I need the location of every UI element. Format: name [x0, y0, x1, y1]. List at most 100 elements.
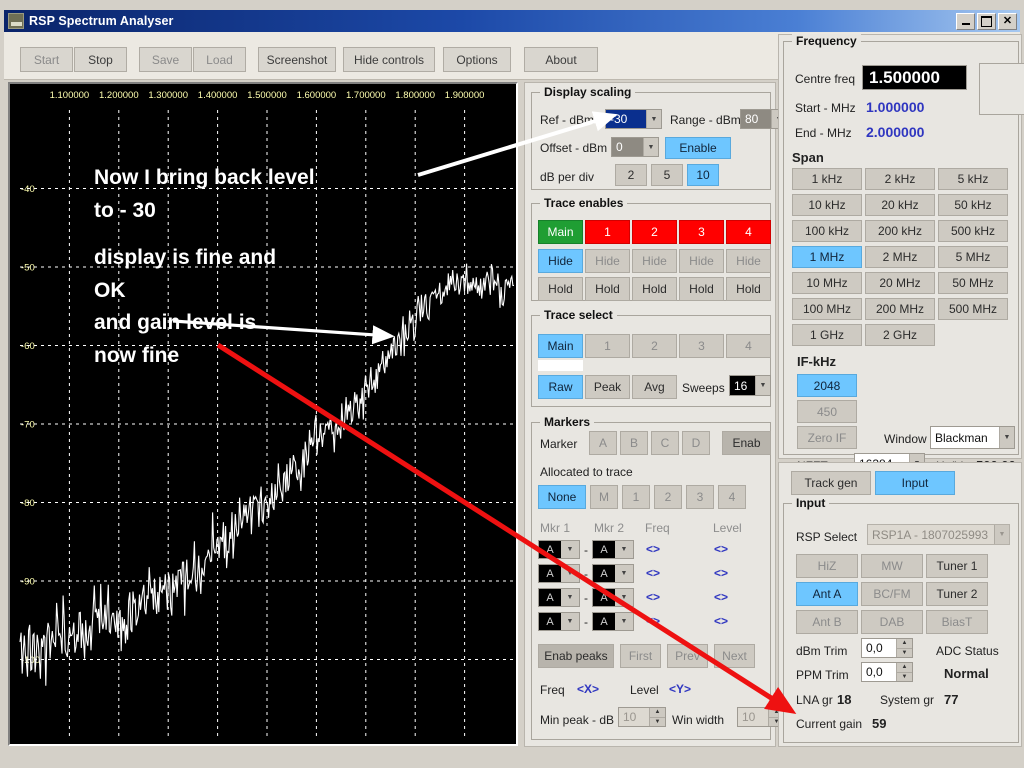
chevron-down-icon[interactable]: ▼ [561, 541, 579, 558]
chevron-down-icon[interactable]: ▼ [615, 589, 633, 606]
track-gen-tab[interactable]: Track gen [791, 471, 871, 495]
marker-a-button[interactable]: A [589, 431, 617, 455]
span-2mhz-button[interactable]: 2 MHz [865, 246, 935, 268]
span-2khz-button[interactable]: 2 kHz [865, 168, 935, 190]
trace-select-2[interactable]: 2 [632, 334, 677, 358]
spinner-arrows[interactable]: ▲ ▼ [896, 639, 912, 657]
trace-hold-main[interactable]: Hold [538, 277, 583, 301]
minimize-button[interactable] [956, 12, 975, 30]
min-peak-spinner[interactable]: 10 ▲ ▼ [618, 707, 666, 727]
span-10khz-button[interactable]: 10 kHz [792, 194, 862, 216]
trace-hold-2[interactable]: Hold [632, 277, 677, 301]
input-tab[interactable]: Input [875, 471, 955, 495]
input-biast-button[interactable]: BiasT [926, 610, 988, 634]
span-20mhz-button[interactable]: 20 MHz [865, 272, 935, 294]
enab-peaks-button[interactable]: Enab peaks [538, 644, 614, 668]
spinner-up-icon[interactable]: ▲ [897, 663, 912, 672]
peak-first-button[interactable]: First [620, 644, 661, 668]
zero-if-button[interactable]: Zero IF [797, 426, 857, 449]
spinner-up-icon[interactable]: ▲ [650, 708, 665, 717]
marker-enab-button[interactable]: Enab [722, 431, 771, 455]
spinner-up-icon[interactable]: ▲ [897, 639, 912, 648]
trace-select-main[interactable]: Main [538, 334, 583, 358]
save-button[interactable]: Save [139, 47, 192, 72]
marker-row-1-mkr1[interactable]: A ▼ [538, 540, 580, 559]
db-per-div-5-button[interactable]: 5 [651, 164, 683, 186]
trace-hide-4[interactable]: Hide [726, 249, 771, 273]
peak-next-button[interactable]: Next [714, 644, 755, 668]
dbm-trim-spinner[interactable]: 0,0 ▲ ▼ [861, 638, 913, 658]
chevron-down-icon[interactable]: ▼ [999, 427, 1014, 448]
trace-select-1[interactable]: 1 [585, 334, 630, 358]
chevron-down-icon[interactable]: ▼ [561, 589, 579, 606]
input-mw-button[interactable]: MW [861, 554, 923, 578]
marker-row-3-mkr2[interactable]: A ▼ [592, 588, 634, 607]
spectrum-plot[interactable]: 1.100000 1.200000 1.300000 1.400000 1.500000… [8, 82, 518, 746]
offset-dbm-combo[interactable]: 0 ▼ [611, 137, 659, 157]
chevron-down-icon[interactable]: ▼ [561, 565, 579, 582]
trace-enable-4[interactable]: 4 [726, 220, 771, 244]
options-button[interactable]: Options [443, 47, 511, 72]
marker-row-4-mkr1[interactable]: A ▼ [538, 612, 580, 631]
span-1ghz-button[interactable]: 1 GHz [792, 324, 862, 346]
trace-enable-3[interactable]: 3 [679, 220, 724, 244]
alloc-2-button[interactable]: 2 [654, 485, 682, 509]
span-50mhz-button[interactable]: 50 MHz [938, 272, 1008, 294]
marker-b-button[interactable]: B [620, 431, 648, 455]
chevron-down-icon[interactable]: ▼ [643, 138, 658, 156]
marker-d-button[interactable]: D [682, 431, 710, 455]
spinner-down-icon[interactable]: ▼ [897, 647, 912, 657]
spinner-down-icon[interactable]: ▼ [897, 671, 912, 681]
spinner-arrows[interactable]: ▲ ▼ [649, 708, 665, 726]
if-450-button[interactable]: 450 [797, 400, 857, 423]
span-50khz-button[interactable]: 50 kHz [938, 194, 1008, 216]
span-5khz-button[interactable]: 5 kHz [938, 168, 1008, 190]
sweeps-combo[interactable]: 16 ▼ [729, 375, 771, 396]
marker-row-3-mkr1[interactable]: A ▼ [538, 588, 580, 607]
close-icon[interactable]: ✕ [998, 12, 1017, 30]
chevron-down-icon[interactable]: ▼ [994, 525, 1009, 544]
trace-hold-3[interactable]: Hold [679, 277, 724, 301]
span-500mhz-button[interactable]: 500 MHz [938, 298, 1008, 320]
span-1khz-button[interactable]: 1 kHz [792, 168, 862, 190]
input-bcfm-button[interactable]: BC/FM [861, 582, 923, 606]
marker-row-4-mkr2[interactable]: A ▼ [592, 612, 634, 631]
about-button[interactable]: About [524, 47, 598, 72]
span-500khz-button[interactable]: 500 kHz [938, 220, 1008, 242]
span-2ghz-button[interactable]: 2 GHz [865, 324, 935, 346]
trace-mode-raw[interactable]: Raw [538, 375, 583, 399]
span-100khz-button[interactable]: 100 kHz [792, 220, 862, 242]
alloc-3-button[interactable]: 3 [686, 485, 714, 509]
start-button[interactable]: Start [20, 47, 73, 72]
load-button[interactable]: Load [193, 47, 246, 72]
marker-c-button[interactable]: C [651, 431, 679, 455]
peak-prev-button[interactable]: Prev [667, 644, 708, 668]
input-anta-button[interactable]: Ant A [796, 582, 858, 606]
ppm-trim-spinner[interactable]: 0,0 ▲ ▼ [861, 662, 913, 682]
chevron-down-icon[interactable]: ▼ [615, 541, 633, 558]
input-tuner2-button[interactable]: Tuner 2 [926, 582, 988, 606]
trace-select-4[interactable]: 4 [726, 334, 771, 358]
db-per-div-10-button[interactable]: 10 [687, 164, 719, 186]
span-100mhz-button[interactable]: 100 MHz [792, 298, 862, 320]
trace-hide-1[interactable]: Hide [585, 249, 630, 273]
span-200mhz-button[interactable]: 200 MHz [865, 298, 935, 320]
span-1mhz-button[interactable]: 1 MHz [792, 246, 862, 268]
trace-mode-peak[interactable]: Peak [585, 375, 630, 399]
alloc-4-button[interactable]: 4 [718, 485, 746, 509]
trace-enable-main[interactable]: Main [538, 220, 583, 244]
input-tuner1-button[interactable]: Tuner 1 [926, 554, 988, 578]
if-2048-button[interactable]: 2048 [797, 374, 857, 397]
trace-hold-1[interactable]: Hold [585, 277, 630, 301]
input-dab-button[interactable]: DAB [861, 610, 923, 634]
ref-dbm-combo[interactable]: -30 ▼ [605, 109, 662, 129]
input-hiz-button[interactable]: HiZ [796, 554, 858, 578]
marker-row-2-mkr2[interactable]: A ▼ [592, 564, 634, 583]
span-20khz-button[interactable]: 20 kHz [865, 194, 935, 216]
rsp-select-combo[interactable]: RSP1A - 1807025993 ▼ [867, 524, 1010, 545]
trace-enable-1[interactable]: 1 [585, 220, 630, 244]
alloc-m-button[interactable]: M [590, 485, 618, 509]
chevron-down-icon[interactable]: ▼ [615, 613, 633, 630]
trace-enable-2[interactable]: 2 [632, 220, 677, 244]
spinner-down-icon[interactable]: ▼ [650, 716, 665, 726]
